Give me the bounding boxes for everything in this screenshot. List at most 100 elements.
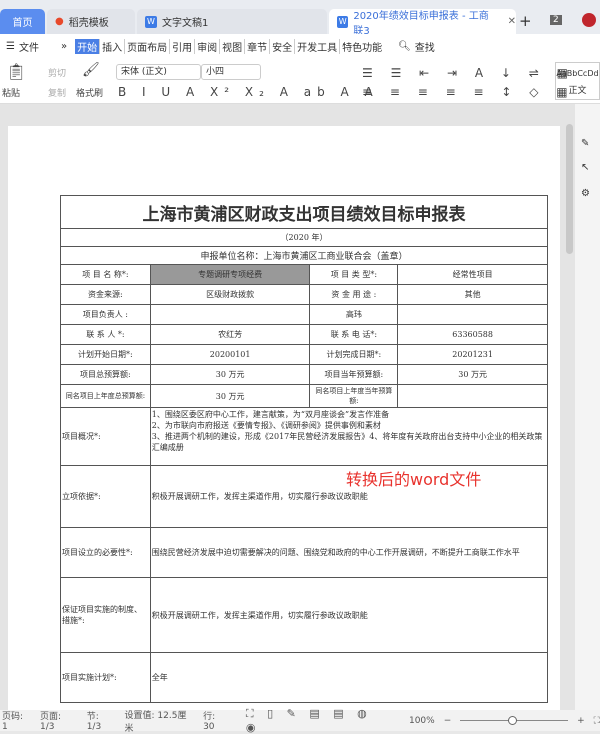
menu-icon[interactable]: ☰ bbox=[4, 41, 17, 52]
cell: 区级财政拨款 bbox=[149, 284, 311, 305]
cell: 资金来源: bbox=[60, 284, 151, 305]
menu-insert[interactable]: 插入 bbox=[100, 38, 126, 54]
paste-icon[interactable]: 📋︎ bbox=[6, 62, 26, 81]
cell: 同名项目上年度当年预算额: bbox=[309, 384, 399, 408]
cell: 项 目 类 型*: bbox=[309, 264, 399, 285]
cell: 项目当年预算额: bbox=[309, 364, 399, 385]
doc-unit: 申报单位名称：上海市黄浦区工商业联合会（盖章） bbox=[60, 246, 548, 265]
cell: 63360588 bbox=[397, 324, 548, 345]
menu-references[interactable]: 引用 bbox=[170, 38, 196, 54]
size-select[interactable]: 小四 bbox=[201, 64, 261, 80]
cell: 20200101 bbox=[149, 344, 311, 365]
table-row: 项目总预算额: 30 万元 项目当年预算额: 30 万元 bbox=[60, 364, 548, 385]
new-tab-icon[interactable]: + bbox=[519, 12, 532, 30]
cursor-icon[interactable]: ↖ bbox=[581, 162, 589, 173]
cell: 全年 bbox=[149, 652, 549, 703]
cell: 30 万元 bbox=[149, 384, 311, 408]
cell: 项 目 名 称*: bbox=[60, 264, 151, 285]
status-line: 行: 30 bbox=[203, 712, 216, 732]
cell bbox=[149, 304, 311, 325]
cell: 项目实施计划*: bbox=[60, 652, 151, 703]
paste-button[interactable]: 粘贴 bbox=[2, 86, 20, 99]
tab-label: 稻壳模板 bbox=[68, 18, 109, 29]
cell: 20201231 bbox=[397, 344, 548, 365]
style-preview: AaBbCcDd bbox=[556, 69, 599, 78]
tab-label: 文字文稿1 bbox=[162, 18, 209, 29]
table-row: 保证项目实施的制度、措施*: 积极开展调研工作，发挥主渠道作用，切实履行参政议政职… bbox=[60, 577, 549, 653]
font-select[interactable]: 宋体 (正文) bbox=[116, 64, 201, 80]
fullscreen-icon[interactable]: ⛶ bbox=[594, 716, 600, 726]
menu-file[interactable]: 文件 bbox=[17, 39, 41, 54]
more-icon[interactable]: » bbox=[59, 41, 69, 52]
avatar[interactable] bbox=[582, 13, 596, 27]
style-normal[interactable]: AaBbCcDd 正文 bbox=[555, 62, 600, 100]
cell: 项目设立的必要性*: bbox=[60, 527, 151, 578]
table-row: 项 目 名 称*: 专题调研专项经费项 目 类 型*: 经常性项目 bbox=[60, 264, 548, 285]
table-row: 项目概况*: 1、围绕区委区府中心工作，建言献策，为“双月座谈会”发言作准备 2、… bbox=[60, 407, 549, 466]
zoom-in-icon[interactable]: + bbox=[577, 716, 585, 726]
doc-year: （2020 年） bbox=[60, 228, 548, 247]
settings-icon[interactable]: ⚙ bbox=[581, 188, 590, 199]
tab-bar: 首页 ● 稻壳模板 W 文字文稿1 W 2020年绩效目标申报表 - 工商联3 ✕ + … bbox=[0, 0, 600, 37]
document-area[interactable]: 上海市黄浦区财政支出项目绩效目标申报表 （2020 年） 申报单位名称：上海市黄… bbox=[0, 104, 575, 710]
docer-icon: ● bbox=[55, 16, 64, 27]
menu-view[interactable]: 视图 bbox=[220, 38, 246, 54]
status-pages[interactable]: 页面: 1/3 bbox=[40, 709, 78, 732]
cell: 高玮 bbox=[309, 304, 399, 325]
cell: 计划开始日期*: bbox=[60, 344, 151, 365]
menu-review[interactable]: 审阅 bbox=[195, 38, 221, 54]
cell: 30 万元 bbox=[397, 364, 548, 385]
annotation-text: 转换后的word文件 bbox=[346, 470, 482, 489]
cell: 专题调研专项经费 bbox=[149, 264, 311, 285]
copy-button[interactable]: 复制 bbox=[48, 86, 66, 99]
paragraph-icons[interactable]: ☰ ☰ ⇤ ⇥ A ↓ ⇌ ▦ bbox=[362, 66, 575, 80]
cut-button[interactable]: 剪切 bbox=[48, 66, 66, 79]
menu-start[interactable]: 开始 bbox=[75, 38, 101, 54]
menu-devtools[interactable]: 开发工具 bbox=[295, 38, 341, 54]
zoom-slider[interactable] bbox=[460, 716, 569, 725]
zoom-out-icon[interactable]: − bbox=[444, 716, 452, 726]
view-mode-icons[interactable]: ⛶ ▯ ✎ ▤ ▤ ◍ ◉ bbox=[246, 707, 392, 734]
zoom-level[interactable]: 100% bbox=[409, 716, 435, 726]
cell: 1、围绕区委区府中心工作，建言献策，为“双月座谈会”发言作准备 2、为市联向市府… bbox=[149, 407, 549, 466]
format-painter-button[interactable]: 格式刷 bbox=[76, 86, 103, 99]
table-row: 项目负责人 : 高玮 bbox=[60, 304, 548, 325]
cell: 经常性项目 bbox=[397, 264, 548, 285]
tab-doc1[interactable]: W 文字文稿1 bbox=[137, 9, 327, 34]
cell: 围绕民营经济发展中迫切需要解决的问题、围绕党和政府的中心工作开展调研，不断提升工… bbox=[149, 527, 549, 578]
tab-templates[interactable]: ● 稻壳模板 bbox=[47, 9, 135, 34]
menu-features[interactable]: 特色功能 bbox=[340, 39, 384, 54]
cell: 计划完成日期*: bbox=[309, 344, 399, 365]
close-icon[interactable]: ✕ bbox=[508, 16, 516, 27]
word-icon: W bbox=[145, 15, 157, 28]
tab-label: 2020年绩效目标申报表 - 工商联3 bbox=[353, 10, 489, 37]
status-bar: 页码: 1 页面: 1/3 节: 1/3 设置值: 12.5厘米 行: 30 ⛶… bbox=[0, 707, 600, 734]
menu-section[interactable]: 章节 bbox=[245, 38, 271, 54]
cell bbox=[397, 304, 548, 325]
tab-count-badge[interactable]: 2 bbox=[550, 15, 562, 25]
tab-home[interactable]: 首页 bbox=[0, 9, 45, 34]
vertical-scrollbar[interactable] bbox=[566, 124, 573, 254]
document-page[interactable]: 上海市黄浦区财政支出项目绩效目标申报表 （2020 年） 申报单位名称：上海市黄… bbox=[8, 126, 560, 710]
word-icon: W bbox=[337, 15, 349, 28]
menu-security[interactable]: 安全 bbox=[270, 38, 296, 54]
edit-icon[interactable]: ✎ bbox=[581, 138, 589, 149]
format-icons[interactable]: B I U A X² X₂ A ab A A bbox=[118, 85, 379, 99]
menu-search[interactable]: 查找 bbox=[413, 39, 437, 54]
style-name: 正文 bbox=[568, 86, 587, 96]
table-row: 同名项目上年度总预算额: 30 万元 同名项目上年度当年预算额: bbox=[60, 384, 548, 408]
cell: 联 系 人 *: bbox=[60, 324, 151, 345]
status-page: 页码: 1 bbox=[2, 712, 24, 732]
format-painter-icon[interactable]: 🖌︎ bbox=[82, 62, 100, 78]
right-sidebar: ✎ ↖ ⚙ bbox=[575, 104, 600, 710]
cell: 项目概况*: bbox=[60, 407, 151, 466]
cell: 同名项目上年度总预算额: bbox=[60, 384, 151, 408]
cell: 积极开展调研工作，发挥主渠道作用，切实履行参政议政职能 bbox=[149, 577, 549, 653]
status-setting[interactable]: 设置值: 12.5厘米 bbox=[125, 708, 195, 734]
cell: 30 万元 bbox=[149, 364, 311, 385]
search-icon[interactable]: 🔍︎ bbox=[396, 41, 413, 52]
menu-layout[interactable]: 页面布局 bbox=[125, 38, 171, 54]
tab-active-doc[interactable]: W 2020年绩效目标申报表 - 工商联3 ✕ bbox=[329, 9, 516, 37]
align-icons[interactable]: ≡ ≡ ≡ ≡ ≡ ↕ ◇ ▦ bbox=[362, 85, 575, 99]
cell: 项目负责人 : bbox=[60, 304, 151, 325]
